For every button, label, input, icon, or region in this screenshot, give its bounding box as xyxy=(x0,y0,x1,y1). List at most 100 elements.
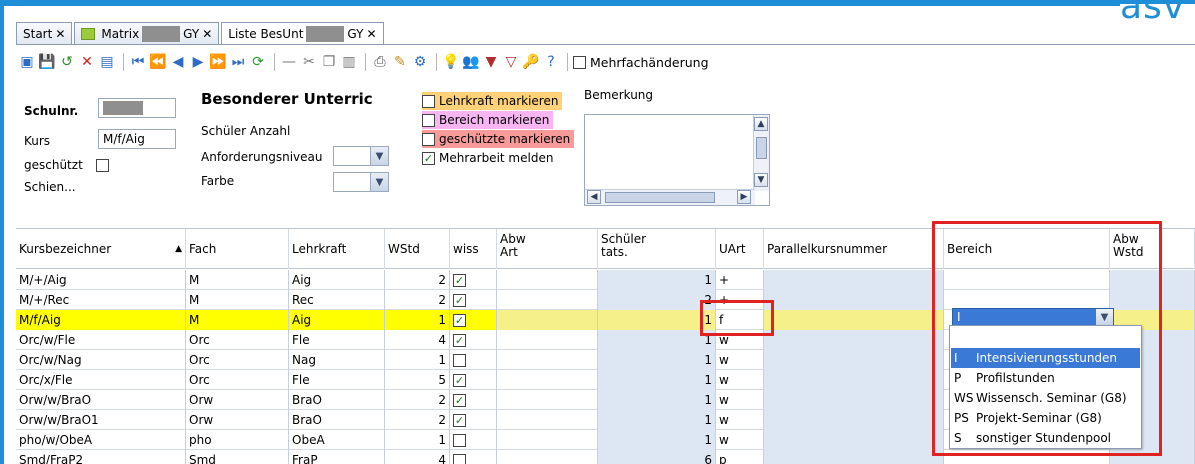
close-icon[interactable]: ✕ xyxy=(202,27,212,41)
cell-abw[interactable] xyxy=(497,310,598,330)
cell-abw[interactable] xyxy=(497,290,598,310)
tab-matrix[interactable]: Matrix GY ✕ xyxy=(74,22,220,44)
prev-record-icon[interactable]: ◀ xyxy=(169,53,187,71)
last-record-icon[interactable]: ⏭ xyxy=(229,53,247,71)
col-lehrkraft[interactable]: Lehrkraft xyxy=(289,229,385,269)
cell-kurs[interactable]: Orc/w/Fle xyxy=(16,330,186,350)
cell-abw[interactable] xyxy=(497,270,598,290)
users-icon[interactable]: 👥 xyxy=(462,53,480,71)
cell-schueler[interactable]: 2 xyxy=(598,290,716,310)
cell-wiss[interactable] xyxy=(450,350,497,370)
wiss-checkbox[interactable]: ✓ xyxy=(453,313,466,327)
cell-wiss[interactable]: ✓ xyxy=(450,310,497,330)
cell-par[interactable] xyxy=(764,390,944,410)
col-schueler-tats[interactable]: Schüler tats. xyxy=(598,229,716,269)
farbe-select[interactable]: ▼ xyxy=(333,172,389,192)
cell-lk[interactable]: Fle xyxy=(289,330,385,350)
col-wstd[interactable]: WStd xyxy=(385,229,450,269)
scroll-left-icon[interactable]: ◀ xyxy=(587,190,601,204)
col-kursbezeichner[interactable]: Kursbezeichner ▲ xyxy=(16,229,186,269)
cell-kurs[interactable]: Smd/FraP2 xyxy=(16,450,186,464)
cell-wiss[interactable]: ✓ xyxy=(450,370,497,390)
cell-schueler[interactable]: 1 xyxy=(598,390,716,410)
wiss-checkbox[interactable] xyxy=(453,453,466,464)
cell-fach[interactable]: Orw xyxy=(186,390,289,410)
cell-wstd[interactable]: 2 xyxy=(385,270,450,290)
cell-par[interactable] xyxy=(764,350,944,370)
hint-icon[interactable]: 💡 xyxy=(442,53,460,71)
tab-liste-besunt[interactable]: Liste BesUnt GY ✕ xyxy=(221,22,384,44)
cell-fach[interactable]: Orc xyxy=(186,370,289,390)
cell-fach[interactable]: pho xyxy=(186,430,289,450)
col-wiss[interactable]: wiss xyxy=(450,229,497,269)
scroll-up-icon[interactable]: ▲ xyxy=(754,117,768,131)
wiss-checkbox[interactable]: ✓ xyxy=(453,373,466,387)
close-icon[interactable]: ✕ xyxy=(55,27,65,41)
legend-bereich-checkbox[interactable] xyxy=(422,113,435,127)
cell-abw[interactable] xyxy=(497,350,598,370)
cell-wstd[interactable]: 4 xyxy=(385,330,450,350)
cell-wiss[interactable]: ✓ xyxy=(450,330,497,350)
first-record-icon[interactable]: ⏮ xyxy=(129,53,147,71)
wiss-checkbox[interactable] xyxy=(453,353,466,367)
legend-bereich[interactable]: Bereich markieren xyxy=(422,111,554,129)
cell-uart[interactable]: w xyxy=(716,350,764,370)
help-icon[interactable]: ? xyxy=(542,53,560,71)
scroll-thumb[interactable] xyxy=(756,137,767,159)
vertical-scrollbar[interactable]: ▲ ▼ xyxy=(753,115,769,191)
refresh-icon[interactable]: ⟳ xyxy=(249,53,267,71)
cell-par[interactable] xyxy=(764,310,944,330)
cell-wstd[interactable]: 1 xyxy=(385,350,450,370)
cell-kurs[interactable]: Orc/w/Nag xyxy=(16,350,186,370)
cell-wiss[interactable]: ✓ xyxy=(450,290,497,310)
prev-page-icon[interactable]: ⏪ xyxy=(149,53,167,71)
cell-uart[interactable]: p xyxy=(716,450,764,464)
cell-wiss[interactable]: ✓ xyxy=(450,410,497,430)
cell-par[interactable] xyxy=(764,410,944,430)
col-abw-art[interactable]: Abw Art xyxy=(497,229,598,269)
legend-lehrkraft[interactable]: Lehrkraft markieren xyxy=(422,92,563,110)
kurs-field[interactable]: M/f/Aig xyxy=(98,129,176,149)
cell-schueler[interactable]: 6 xyxy=(598,450,716,464)
schulnr-field[interactable] xyxy=(98,98,176,118)
cell-uart[interactable]: w xyxy=(716,370,764,390)
cell-lk[interactable]: BraO xyxy=(289,390,385,410)
tab-start[interactable]: Start ✕ xyxy=(16,22,73,44)
cell-schueler[interactable]: 1 xyxy=(598,310,716,330)
cell-lk[interactable]: BraO xyxy=(289,410,385,430)
wiss-checkbox[interactable] xyxy=(453,433,466,447)
cell-lk[interactable]: ObeA xyxy=(289,430,385,450)
anforderungsniveau-select[interactable]: ▼ xyxy=(333,146,389,166)
cell-par[interactable] xyxy=(764,450,944,464)
cell-fach[interactable]: Orc xyxy=(186,350,289,370)
cell-fach[interactable]: Orc xyxy=(186,330,289,350)
legend-geschuetzt-checkbox[interactable] xyxy=(422,132,435,146)
delete-icon[interactable]: ✕ xyxy=(78,53,96,71)
form-icon[interactable]: ▤ xyxy=(98,53,116,71)
mehrfachaenderung-checkbox[interactable] xyxy=(573,55,586,69)
close-icon[interactable]: ✕ xyxy=(366,27,376,41)
cell-wstd[interactable]: 5 xyxy=(385,370,450,390)
cell-kurs[interactable]: M/+/Rec xyxy=(16,290,186,310)
horizontal-scrollbar[interactable]: ◀ ▶ xyxy=(585,189,755,205)
cell-wiss[interactable] xyxy=(450,430,497,450)
chevron-down-icon[interactable]: ▼ xyxy=(370,147,388,165)
cell-wstd[interactable]: 4 xyxy=(385,450,450,464)
cell-schueler[interactable]: 1 xyxy=(598,330,716,350)
remove-icon[interactable]: — xyxy=(280,53,298,71)
cell-fach[interactable]: Orw xyxy=(186,410,289,430)
cut-icon[interactable]: ✂ xyxy=(300,53,318,71)
next-record-icon[interactable]: ▶ xyxy=(189,53,207,71)
cell-abw[interactable] xyxy=(497,430,598,450)
legend-lehrkraft-checkbox[interactable] xyxy=(422,94,435,108)
cell-kurs[interactable]: M/f/Aig xyxy=(16,310,186,330)
paste-icon[interactable]: ▥ xyxy=(340,53,358,71)
cell-fach[interactable]: M xyxy=(186,270,289,290)
key-icon[interactable]: 🔑 xyxy=(522,53,540,71)
cell-abw[interactable] xyxy=(497,410,598,430)
cell-kurs[interactable]: M/+/Aig xyxy=(16,270,186,290)
scroll-down-icon[interactable]: ▼ xyxy=(754,173,768,187)
undo-icon[interactable]: ↺ xyxy=(58,53,76,71)
cell-wstd[interactable]: 2 xyxy=(385,390,450,410)
col-fach[interactable]: Fach xyxy=(186,229,289,269)
